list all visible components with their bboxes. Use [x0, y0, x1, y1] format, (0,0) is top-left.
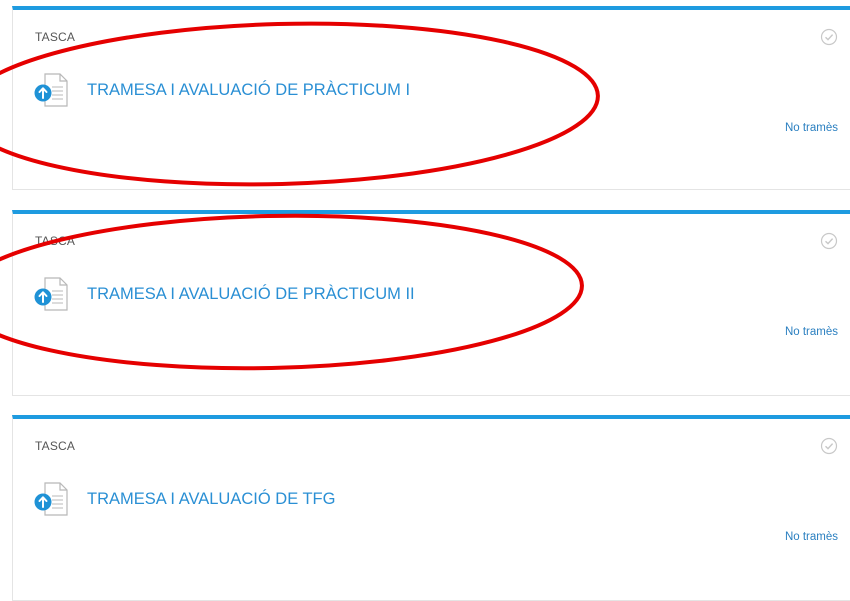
assignment-upload-icon — [34, 73, 68, 107]
activity-card: TASCA TRAMESA I AVALUACIÓ DE TFG No tram… — [12, 415, 850, 601]
completion-check-icon[interactable] — [820, 437, 838, 455]
activity-name[interactable]: TRAMESA I AVALUACIÓ DE PRÀCTICUM II — [87, 285, 415, 304]
activity-type-label: TASCA — [35, 234, 76, 248]
activity-type-label: TASCA — [35, 30, 76, 44]
activity-link[interactable]: TRAMESA I AVALUACIÓ DE TFG — [33, 482, 335, 516]
activity-type-label: TASCA — [35, 439, 76, 453]
activity-card: TASCA TRAMESA I AVALUACIÓ DE PRÀCTICUM I… — [12, 6, 850, 190]
activity-name[interactable]: TRAMESA I AVALUACIÓ DE TFG — [87, 490, 335, 509]
activity-link[interactable]: TRAMESA I AVALUACIÓ DE PRÀCTICUM II — [33, 277, 415, 311]
completion-check-icon[interactable] — [820, 232, 838, 250]
assignment-upload-icon — [34, 482, 68, 516]
submission-status: No tramès — [784, 531, 838, 543]
completion-check-icon[interactable] — [820, 28, 838, 46]
activity-card: TASCA TRAMESA I AVALUACIÓ DE PRÀCTICUM I… — [12, 210, 850, 396]
activity-name[interactable]: TRAMESA I AVALUACIÓ DE PRÀCTICUM I — [87, 81, 410, 100]
submission-status: No tramès — [784, 122, 838, 134]
submission-status: No tramès — [784, 326, 838, 338]
activity-link[interactable]: TRAMESA I AVALUACIÓ DE PRÀCTICUM I — [33, 73, 410, 107]
assignment-upload-icon — [34, 277, 68, 311]
